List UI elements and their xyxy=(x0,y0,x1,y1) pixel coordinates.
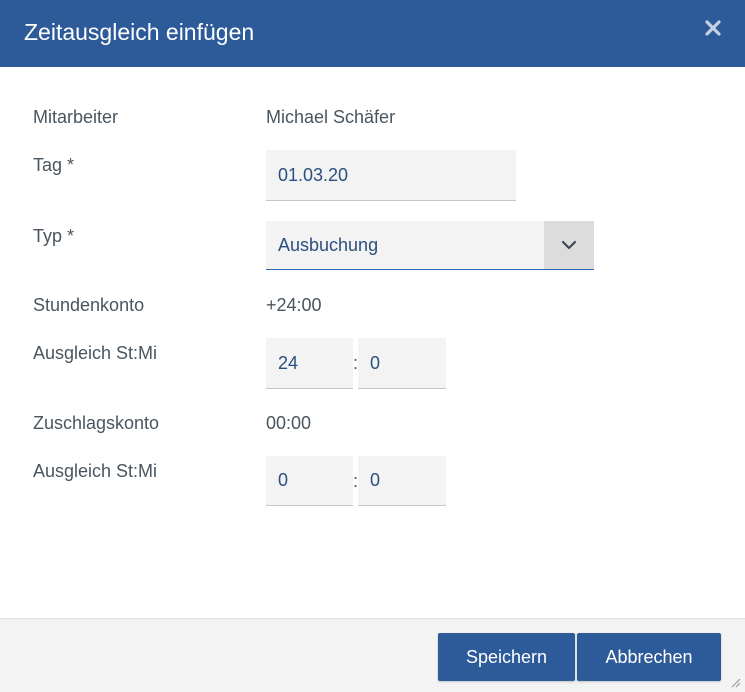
surcharge-account-value: 00:00 xyxy=(266,413,312,433)
employee-label: Mitarbeiter xyxy=(33,107,119,127)
close-icon xyxy=(705,20,721,36)
surcharge-account-label: Zuschlagskonto xyxy=(33,413,160,433)
cancel-button[interactable]: Abbrechen xyxy=(577,633,721,681)
surcharge-compensation-minutes-input[interactable] xyxy=(358,456,446,506)
dialog-title: Zeitausgleich einfügen xyxy=(24,19,255,45)
type-select[interactable]: Ausbuchung xyxy=(266,221,594,270)
close-button[interactable] xyxy=(703,18,723,38)
type-select-value: Ausbuchung xyxy=(278,235,379,255)
employee-value: Michael Schäfer xyxy=(266,107,396,127)
dialog: Zeitausgleich einfügen Mitarbeiter Micha… xyxy=(0,0,745,692)
hour-account-label: Stundenkonto xyxy=(33,295,145,315)
day-label: Tag * xyxy=(33,155,75,175)
day-input[interactable] xyxy=(266,150,516,201)
hour-account-value: +24:00 xyxy=(266,295,322,315)
hour-compensation-hours-input[interactable] xyxy=(266,338,353,389)
hour-compensation-minutes-input[interactable] xyxy=(358,338,446,389)
dialog-titlebar: Zeitausgleich einfügen xyxy=(0,0,745,67)
chevron-down-icon xyxy=(561,240,577,250)
resize-grip-icon[interactable] xyxy=(729,676,741,688)
surcharge-compensation-hours-input[interactable] xyxy=(266,456,353,506)
type-select-toggle[interactable] xyxy=(544,221,594,269)
surcharge-compensation-label: Ausgleich St:Mi xyxy=(33,461,158,481)
hour-compensation-label: Ausgleich St:Mi xyxy=(33,343,158,363)
save-button[interactable]: Speichern xyxy=(438,633,575,681)
type-label: Typ * xyxy=(33,226,75,246)
dialog-footer: Speichern Abbrechen xyxy=(0,618,745,692)
